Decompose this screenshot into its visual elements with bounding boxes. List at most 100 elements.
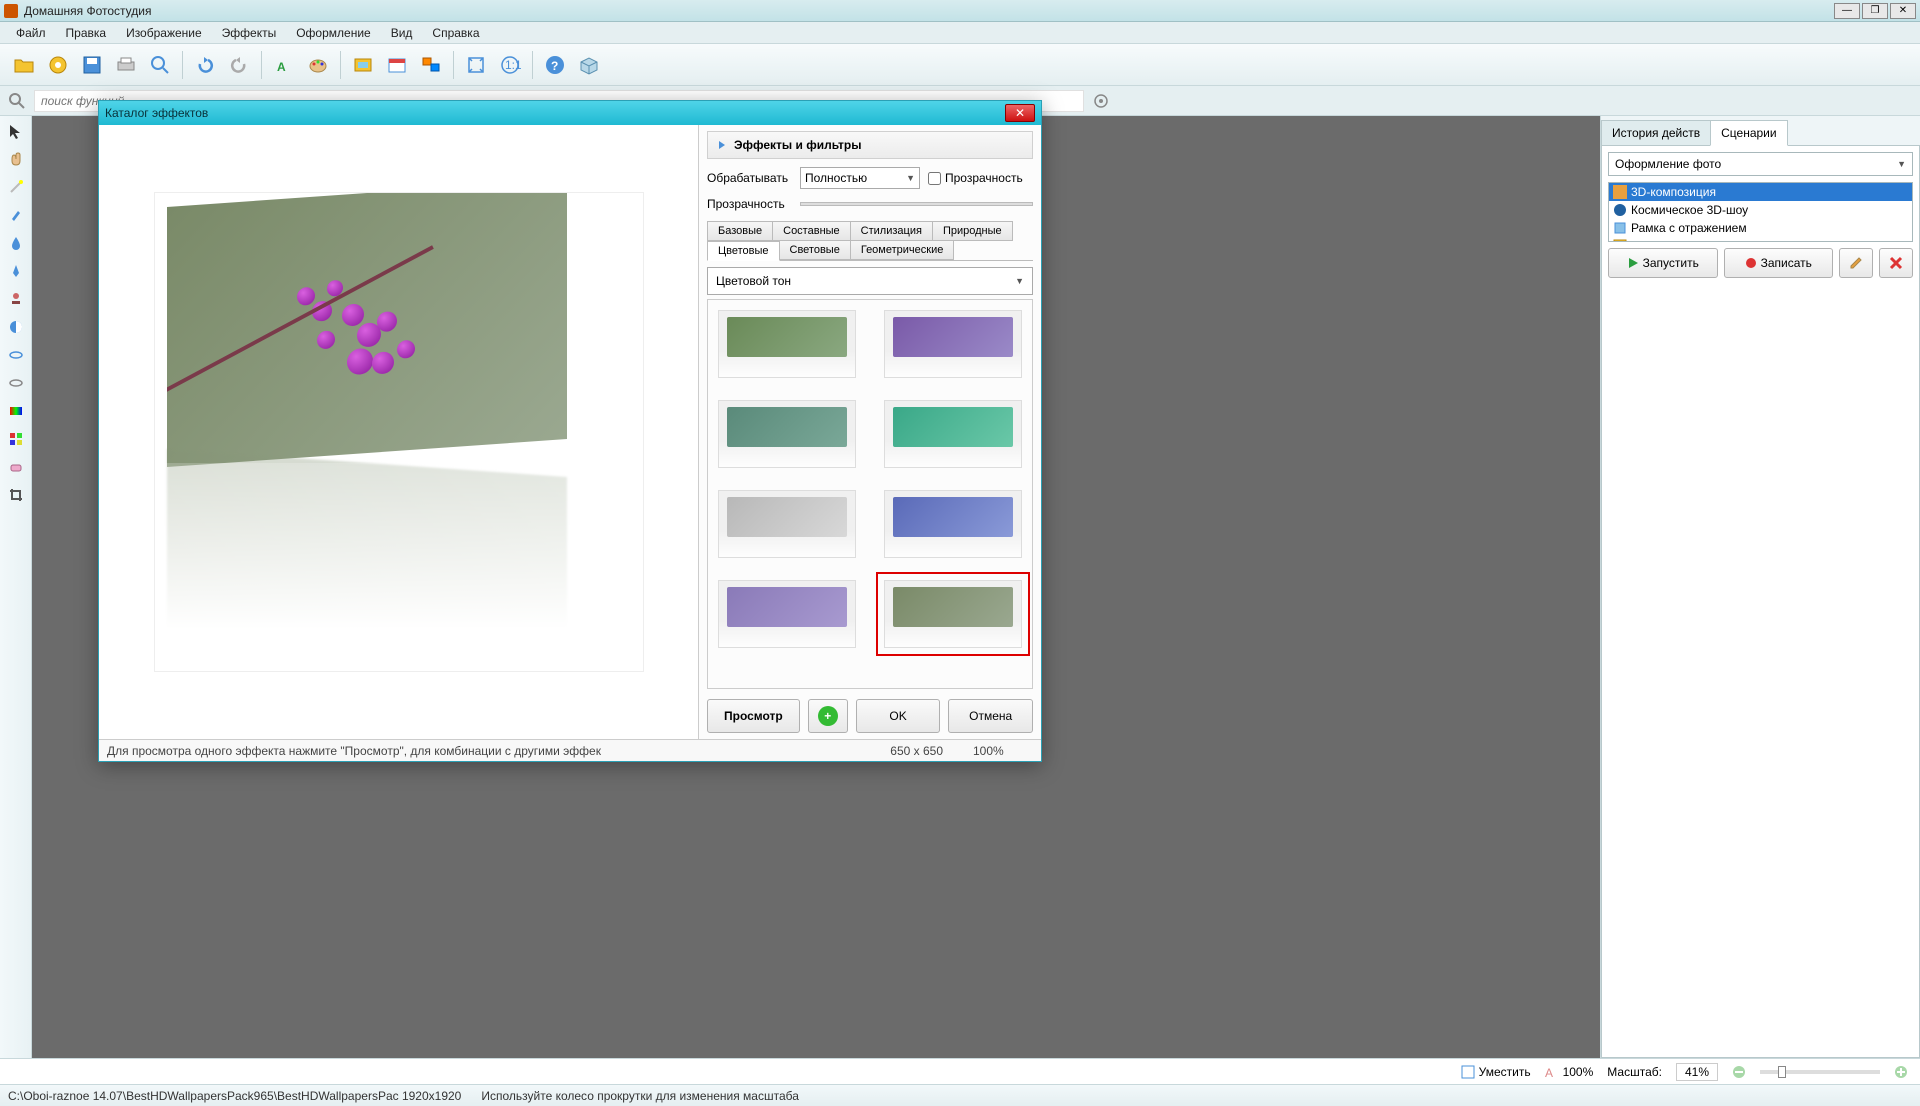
dialog-close-button[interactable]: ✕ — [1005, 104, 1035, 122]
scenario-item-3d-composition[interactable]: 3D-композиция — [1609, 183, 1912, 201]
squares-tool-icon[interactable] — [5, 428, 27, 450]
scenario-item-reflection-frame[interactable]: Рамка с отражением — [1609, 219, 1912, 237]
filter-name-dropdown[interactable]: Цветовой тон ▼ — [707, 267, 1033, 295]
fit-label: Уместить — [1479, 1065, 1531, 1079]
ok-button[interactable]: OK — [856, 699, 941, 733]
pointer-tool-icon[interactable] — [5, 120, 27, 142]
filter-tab-composite[interactable]: Составные — [772, 221, 851, 241]
effect-thumb[interactable] — [718, 310, 856, 378]
scenario-category-dropdown[interactable]: Оформление фото ▼ — [1608, 152, 1913, 176]
eraser-tool-icon[interactable] — [5, 456, 27, 478]
help-icon[interactable]: ? — [539, 49, 571, 81]
calendar-icon[interactable] — [381, 49, 413, 81]
blur-tool-icon[interactable] — [5, 344, 27, 366]
hundred-button[interactable]: A 100% — [1545, 1065, 1594, 1079]
stamp-tool-icon[interactable] — [5, 288, 27, 310]
add-effect-button[interactable]: + — [808, 699, 848, 733]
drop-tool-icon[interactable] — [5, 232, 27, 254]
filters-section-header: Эффекты и фильтры — [707, 131, 1033, 159]
close-button[interactable]: ✕ — [1890, 3, 1916, 19]
filter-tab-stylization[interactable]: Стилизация — [850, 221, 933, 241]
right-panel: История действ Сценарии Оформление фото … — [1600, 116, 1920, 1058]
cancel-label: Отмена — [969, 709, 1012, 723]
effect-thumb-selected[interactable] — [884, 580, 1022, 648]
run-button[interactable]: Запустить — [1608, 248, 1718, 278]
search-icon — [8, 92, 26, 110]
filter-tab-color[interactable]: Цветовые — [707, 241, 780, 261]
zoom-in-icon[interactable] — [1894, 1065, 1908, 1079]
contrast-tool-icon[interactable] — [5, 316, 27, 338]
filter-tab-light[interactable]: Световые — [779, 240, 851, 260]
svg-text:?: ? — [551, 59, 558, 73]
edit-scenario-button[interactable] — [1839, 248, 1873, 278]
zoom-icon[interactable] — [144, 49, 176, 81]
effect-thumb[interactable] — [718, 400, 856, 468]
box-icon[interactable] — [573, 49, 605, 81]
menu-edit[interactable]: Правка — [56, 24, 117, 42]
record-button[interactable]: Записать — [1724, 248, 1834, 278]
gradient-tool-icon[interactable] — [5, 400, 27, 422]
gear-icon[interactable] — [1092, 92, 1110, 110]
zoom-slider-thumb[interactable] — [1778, 1066, 1786, 1078]
frame-icon[interactable] — [347, 49, 379, 81]
process-dropdown[interactable]: Полностью ▼ — [800, 167, 920, 189]
effect-thumb[interactable] — [718, 490, 856, 558]
pen-tool-icon[interactable] — [5, 260, 27, 282]
save-icon[interactable] — [76, 49, 108, 81]
undo-icon[interactable] — [189, 49, 221, 81]
dialog-titlebar[interactable]: Каталог эффектов ✕ — [99, 101, 1041, 125]
menu-decoration[interactable]: Оформление — [286, 24, 380, 42]
effect-thumb[interactable] — [884, 310, 1022, 378]
menu-file[interactable]: Файл — [6, 24, 56, 42]
fit-icon[interactable] — [460, 49, 492, 81]
cancel-button[interactable]: Отмена — [948, 699, 1033, 733]
effect-thumb[interactable] — [718, 580, 856, 648]
redo-icon[interactable] — [223, 49, 255, 81]
tab-history[interactable]: История действ — [1601, 120, 1711, 146]
sharpen-tool-icon[interactable] — [5, 372, 27, 394]
effect-thumbnails[interactable] — [707, 299, 1033, 689]
effect-thumb[interactable] — [884, 490, 1022, 558]
preview-button[interactable]: Просмотр — [707, 699, 800, 733]
svg-text:A: A — [1545, 1066, 1553, 1079]
print-icon[interactable] — [110, 49, 142, 81]
fit-button[interactable]: Уместить — [1461, 1065, 1531, 1079]
menu-effects[interactable]: Эффекты — [212, 24, 287, 42]
text-icon[interactable]: A — [268, 49, 300, 81]
filter-tab-basic[interactable]: Базовые — [707, 221, 773, 241]
svg-text:A: A — [277, 60, 286, 74]
zoom-bar: Уместить A 100% Масштаб: 41% — [0, 1058, 1920, 1084]
record-icon — [1745, 257, 1757, 269]
crop-tool-icon[interactable] — [5, 484, 27, 506]
transparency-slider[interactable] — [800, 202, 1033, 206]
hand-tool-icon[interactable] — [5, 148, 27, 170]
minimize-button[interactable]: — — [1834, 3, 1860, 19]
brush-tool-icon[interactable] — [5, 204, 27, 226]
preview-image — [154, 192, 644, 672]
effect-thumb[interactable] — [884, 400, 1022, 468]
scenario-item-cosmic-3d[interactable]: Космическое 3D-шоу — [1609, 201, 1912, 219]
menu-view[interactable]: Вид — [381, 24, 423, 42]
zoom-out-icon[interactable] — [1732, 1065, 1746, 1079]
menu-image[interactable]: Изображение — [116, 24, 212, 42]
collage-icon[interactable] — [415, 49, 447, 81]
scenario-item-mat-frame[interactable]: Рамка с паспарту — [1609, 237, 1912, 242]
open-file-icon[interactable] — [8, 49, 40, 81]
process-label: Обрабатывать — [707, 171, 792, 185]
scenario-list[interactable]: 3D-композиция Космическое 3D-шоу Рамка с… — [1608, 182, 1913, 242]
filter-tab-natural[interactable]: Природные — [932, 221, 1013, 241]
delete-scenario-button[interactable] — [1879, 248, 1913, 278]
list-item-icon — [1613, 203, 1627, 217]
transparency-checkbox-wrapper[interactable]: Прозрачность — [928, 171, 1013, 185]
tab-scenarios[interactable]: Сценарии — [1710, 120, 1787, 146]
transparency-checkbox[interactable] — [928, 172, 941, 185]
actual-size-icon[interactable]: 1:1 — [494, 49, 526, 81]
filter-tab-geometric[interactable]: Геометрические — [850, 240, 955, 260]
separator — [261, 51, 262, 79]
palette-icon[interactable] — [302, 49, 334, 81]
menu-help[interactable]: Справка — [422, 24, 489, 42]
wand-tool-icon[interactable] — [5, 176, 27, 198]
maximize-button[interactable]: ❐ — [1862, 3, 1888, 19]
zoom-slider[interactable] — [1760, 1070, 1880, 1074]
open-folder-icon[interactable] — [42, 49, 74, 81]
